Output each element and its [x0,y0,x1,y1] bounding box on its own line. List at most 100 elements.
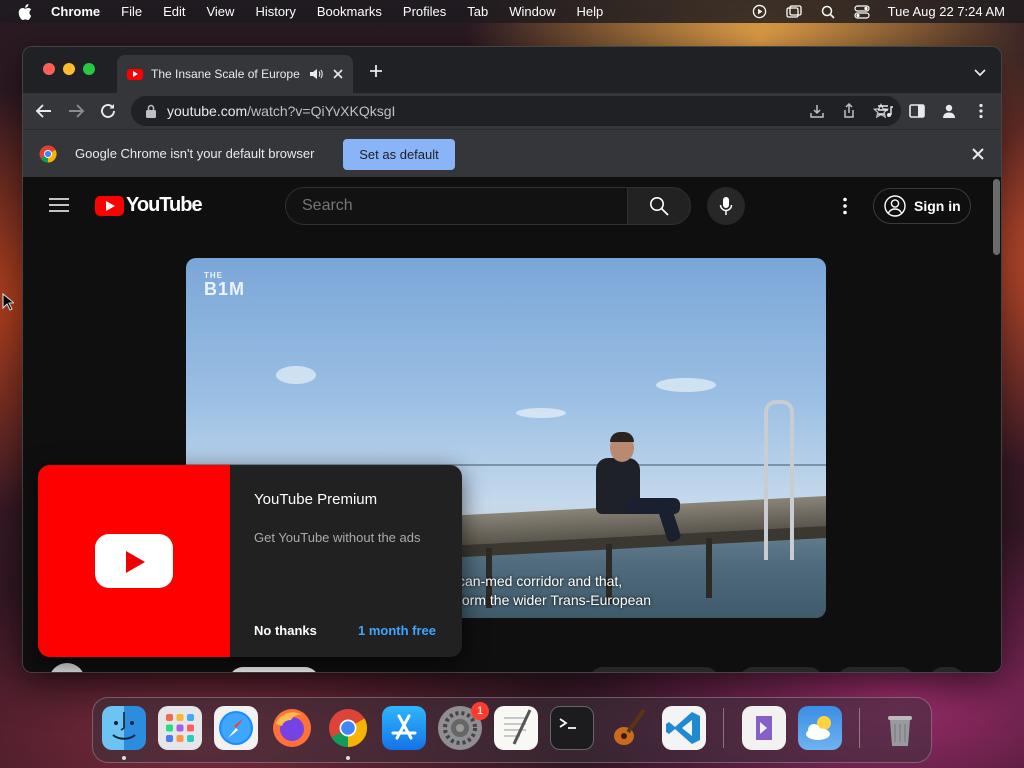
voice-search-button[interactable] [707,187,745,225]
control-center-icon[interactable] [854,4,870,20]
search-button[interactable] [627,187,691,225]
finder-app-icon[interactable] [102,706,146,750]
garageband-app-icon[interactable] [606,706,650,750]
search-input[interactable] [285,187,628,225]
dock-divider [859,708,860,748]
settings-more-icon[interactable] [835,196,855,216]
menu-bookmarks[interactable]: Bookmarks [317,4,382,19]
lock-icon[interactable] [145,104,157,118]
reload-icon[interactable] [99,102,117,120]
menu-clock[interactable]: Tue Aug 22 7:24 AM [888,4,1005,19]
youtube-header: YouTube Sign in [23,177,989,233]
infobar-message: Google Chrome isn't your default browser [75,146,315,161]
menu-bar: Chrome File Edit View History Bookmarks … [0,0,1024,23]
microphone-icon [719,197,733,215]
window-controls [43,63,95,75]
caption-line-2: form the wider Trans-European [458,592,651,608]
video-ladder [764,400,794,560]
like-button[interactable] [589,667,719,672]
install-app-icon[interactable] [809,103,825,119]
back-arrow-icon[interactable] [35,102,53,120]
sign-in-button[interactable]: Sign in [873,188,971,224]
tab-active[interactable]: The Insane Scale of Europe [117,55,353,93]
menu-tab[interactable]: Tab [467,4,488,19]
media-controls-icon[interactable] [877,103,893,119]
weather-app-icon[interactable] [798,706,842,750]
close-infobar-icon[interactable] [971,147,985,161]
screen-mirror-icon[interactable] [786,4,802,20]
youtube-favicon-icon [127,68,143,80]
video-captions: can-med corridor and that, form the wide… [458,572,651,610]
more-actions-button[interactable] [929,667,965,672]
menu-file[interactable]: File [121,4,142,19]
chrome-app-icon[interactable] [326,706,370,750]
share-button[interactable] [739,667,823,672]
browser-toolbar: youtube.com/watch?v=QiYvXKQksgI [23,93,1001,129]
scrollbar-thumb[interactable] [993,179,1000,255]
search-icon [650,197,669,216]
sign-in-label: Sign in [914,198,961,214]
url-host: youtube.com [167,103,248,119]
premium-banner [38,465,230,657]
menu-view[interactable]: View [206,4,234,19]
youtube-play-logo-icon [95,195,124,216]
video-pier-post [706,538,712,598]
subscribe-button[interactable] [229,667,319,672]
speaker-icon[interactable] [309,67,323,81]
close-tab-icon[interactable] [331,67,345,81]
zoom-window-button[interactable] [83,63,95,75]
menu-help[interactable]: Help [577,4,604,19]
textedit-app-icon[interactable] [494,706,538,750]
video-cloud [656,378,716,392]
caption-line-1: can-med corridor and that, [458,573,623,589]
close-window-button[interactable] [43,63,55,75]
address-bar[interactable]: youtube.com/watch?v=QiYvXKQksgI [131,96,901,126]
premium-subtitle: Get YouTube without the ads [254,530,421,545]
menu-app-name[interactable]: Chrome [51,4,100,19]
minimize-window-button[interactable] [63,63,75,75]
page-scrollbar[interactable] [989,177,1001,672]
tab-title: The Insane Scale of Europe [151,67,300,81]
dock-divider [723,708,724,748]
launchpad-app-icon[interactable] [158,706,202,750]
firefox-app-icon[interactable] [270,706,314,750]
menu-window[interactable]: Window [509,4,555,19]
video-person-hair [610,432,634,442]
profile-icon[interactable] [941,103,957,119]
chrome-menu-icon[interactable] [973,103,989,119]
visual-studio-app-icon[interactable] [742,706,786,750]
new-tab-icon[interactable] [369,64,383,78]
finder-running-dot [122,756,126,760]
play-circle-icon[interactable] [752,4,768,20]
mouse-cursor-icon [2,293,14,311]
menu-edit[interactable]: Edit [163,4,185,19]
side-panel-icon[interactable] [909,103,925,119]
trash-app-icon[interactable] [878,706,922,750]
app-store-app-icon[interactable] [382,706,426,750]
apple-logo-icon[interactable] [18,3,32,20]
default-browser-infobar: Google Chrome isn't your default browser… [23,129,1001,177]
watermark-big: B1M [204,279,246,299]
set-as-default-button[interactable]: Set as default [343,139,455,170]
hamburger-menu-icon[interactable] [49,198,69,212]
video-cloud [516,408,566,418]
forward-arrow-icon[interactable] [67,102,85,120]
terminal-app-icon[interactable] [550,706,594,750]
free-trial-button[interactable]: 1 month free [358,623,436,638]
tab-search-chevron-icon[interactable] [973,65,987,79]
youtube-logo[interactable]: YouTube [95,194,203,217]
share-icon[interactable] [841,103,857,119]
menu-history[interactable]: History [255,4,295,19]
channel-watermark: THE B1M [204,272,246,299]
download-button[interactable] [837,667,915,672]
settings-badge: 1 [471,702,489,720]
dock: 1 [92,697,932,763]
search-icon[interactable] [820,4,836,20]
youtube-logo-text: YouTube [126,194,203,216]
no-thanks-button[interactable]: No thanks [254,623,317,638]
youtube-premium-popup: YouTube Premium Get YouTube without the … [38,465,462,657]
channel-avatar[interactable] [49,663,85,672]
vscode-app-icon[interactable] [662,706,706,750]
safari-app-icon[interactable] [214,706,258,750]
menu-profiles[interactable]: Profiles [403,4,446,19]
